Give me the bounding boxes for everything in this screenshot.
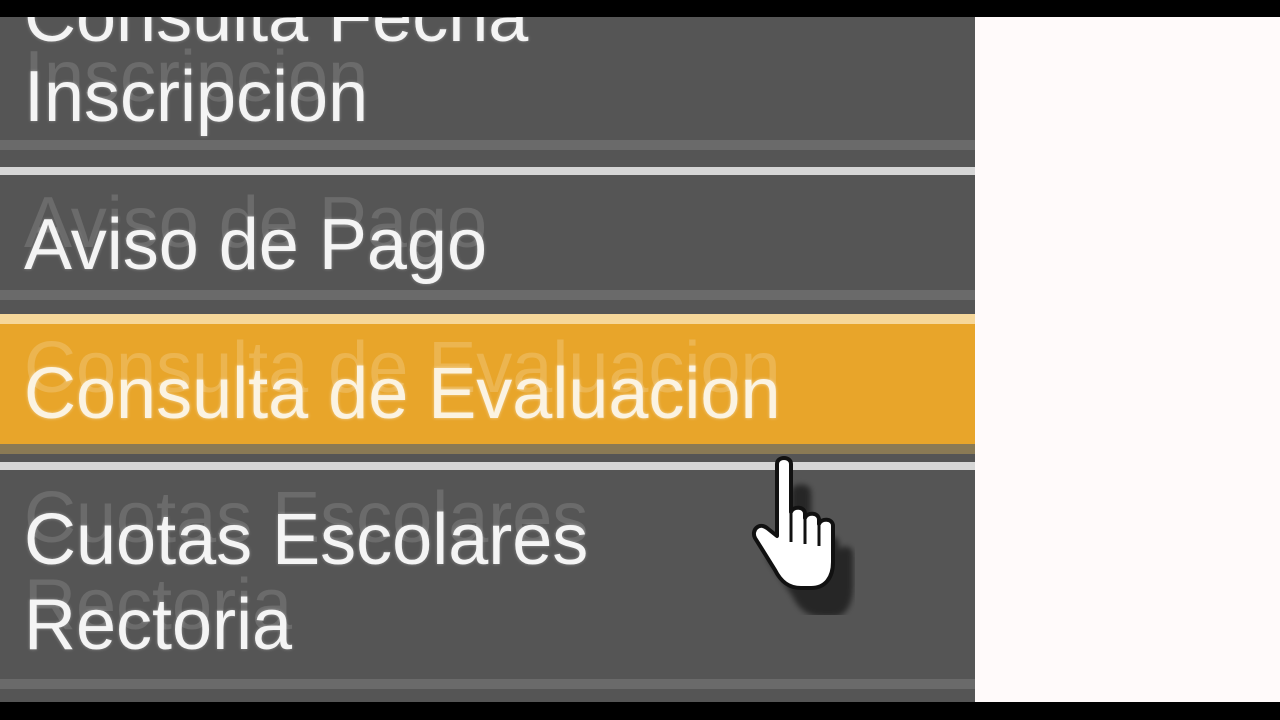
menu-separator xyxy=(0,290,975,300)
hand-pointer-icon xyxy=(752,456,853,615)
menu-separator xyxy=(0,167,975,175)
menu-item-label-line2: Rectoria xyxy=(24,585,293,665)
content-pane xyxy=(975,17,1280,702)
menu-item-consulta-fecha-inscripcion[interactable]: Consulta Fecha Inscripcion Inscripcion xyxy=(0,17,975,157)
menu-separator xyxy=(0,314,975,324)
menu-separator xyxy=(0,140,975,150)
menu-item-label: Aviso de Pago xyxy=(24,205,488,285)
menu-item-consulta-de-evaluacion[interactable]: Consulta de Evaluacion Consulta de Evalu… xyxy=(0,324,975,444)
menu-item-label-line2: Inscripcion xyxy=(24,57,369,137)
menu-separator xyxy=(0,679,975,689)
screen: Consulta Fecha Inscripcion Inscripcion A… xyxy=(0,0,1280,720)
menu-item-aviso-de-pago[interactable]: Aviso de Pago Aviso de Pago xyxy=(0,175,975,290)
menu-item-label: Consulta de Evaluacion xyxy=(24,354,781,434)
